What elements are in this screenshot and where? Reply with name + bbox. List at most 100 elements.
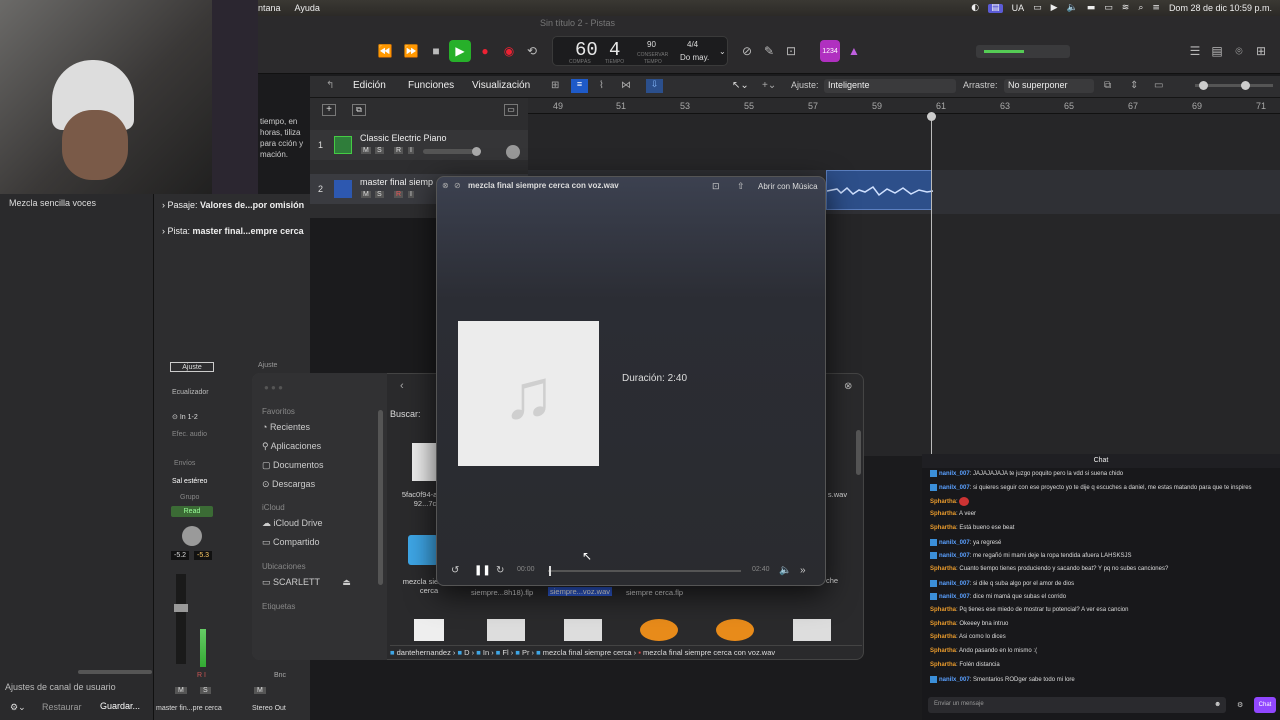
settings-icon[interactable]: ⚙⌄ [10, 702, 26, 713]
file-icon[interactable] [412, 443, 436, 481]
group-label[interactable]: Grupo [180, 494, 199, 501]
fader-track[interactable] [174, 574, 188, 664]
pause-button[interactable]: ❚❚ [474, 565, 491, 576]
chat-username[interactable]: Sphartha [930, 648, 956, 654]
track-volume-slider[interactable] [423, 147, 481, 156]
track-row[interactable]: › Pista: master final...empre cerca [162, 226, 304, 236]
trim-icon[interactable]: ⊡ [712, 181, 720, 192]
file-icon[interactable] [414, 619, 444, 641]
track-options-icon[interactable]: ▭ [504, 104, 518, 116]
back-icon[interactable]: ‹ [400, 380, 404, 392]
lcd-chevron-icon[interactable]: ⌄ [719, 47, 726, 56]
restore-button[interactable]: Restaurar [42, 702, 82, 712]
file-icon[interactable] [564, 619, 602, 641]
playhead-handle[interactable] [927, 112, 936, 121]
rewind-15-icon[interactable]: ↺ [451, 565, 459, 576]
bounce-button[interactable]: Bnc [274, 672, 286, 679]
fl-studio-icon[interactable] [716, 619, 754, 641]
chat-username[interactable]: Sphartha [930, 621, 956, 627]
chat-username[interactable]: nanilx_007 [939, 540, 970, 546]
chat-username[interactable]: Sphartha [930, 525, 956, 531]
setting-button[interactable]: Ajuste [170, 362, 214, 372]
scrollbar[interactable] [78, 670, 152, 674]
input-button[interactable]: ⊙ In 1-2 [172, 413, 198, 421]
file-name[interactable]: siempre...8h18).flp [471, 588, 533, 597]
drag-select[interactable]: No superponer [1004, 79, 1094, 93]
solo-button[interactable]: S [375, 191, 384, 198]
sidebar-item-icloud-drive[interactable]: ☁ iCloud Drive [262, 518, 323, 529]
pointer-tool-icon[interactable]: ↖⌄ [732, 80, 749, 91]
count-in-button[interactable]: 1234 [820, 40, 840, 62]
rewind-button[interactable]: ⏪ [374, 40, 396, 62]
output-button[interactable]: Sal estéreo [172, 478, 207, 485]
path-segment[interactable]: mezcla final siempre cerca [543, 648, 632, 657]
chat-username[interactable]: Sphartha [930, 634, 956, 640]
score-icon[interactable]: ⊡ [780, 40, 802, 62]
sidebar-item-recents[interactable]: ◔ Recientes [262, 422, 310, 432]
chat-username[interactable]: Sphartha [930, 511, 956, 517]
sends-label[interactable]: Envíos [174, 460, 195, 467]
back-icon[interactable]: ↰ [326, 80, 334, 91]
file-icon[interactable] [793, 619, 831, 641]
list-icon[interactable]: ☰ [1184, 40, 1206, 62]
path-segment[interactable]: mezcla final siempre cerca con voz.wav [643, 648, 775, 657]
chat-username[interactable]: nanilx_007 [939, 485, 970, 491]
track-name[interactable]: master final siemp [360, 177, 433, 187]
mute-button[interactable]: M [361, 191, 371, 198]
share-icon[interactable]: ⇧ [737, 181, 745, 192]
eq-button[interactable]: Ecualizador [172, 389, 209, 396]
solo-button[interactable]: S [375, 147, 384, 154]
file-name-selected[interactable]: siempre...voz.wav [548, 587, 613, 596]
loops-icon[interactable]: ⌾ [1228, 40, 1250, 62]
sidebar-item-downloads[interactable]: ⊙ Descargas [262, 479, 315, 490]
path-segment[interactable]: D [464, 648, 469, 657]
display-icon[interactable]: ▭ [1033, 3, 1042, 13]
notes-icon[interactable]: ▤ [1206, 40, 1228, 62]
chat-username[interactable]: nanilx_007 [939, 677, 970, 683]
play-button[interactable]: ▶ [449, 40, 471, 62]
lcd-display[interactable]: 60 4 COMPÁS TIEMPO 90 CONSERVAR TEMPO 4/… [552, 36, 728, 66]
path-segment[interactable]: In [483, 648, 489, 657]
tray-icon[interactable]: ◐ [971, 3, 979, 13]
chat-username[interactable]: Sphartha [930, 662, 956, 668]
list-view-icon[interactable]: ≡ [571, 79, 588, 93]
flex-icon[interactable]: ⋈ [621, 80, 631, 91]
fullscreen-icon[interactable]: ⊘ [454, 181, 461, 190]
folder-icon[interactable] [408, 535, 438, 565]
patch-name[interactable]: Mezcla sencilla voces [9, 198, 96, 208]
input-monitor-button[interactable]: I [408, 191, 414, 198]
edit-menu[interactable]: Edición [353, 80, 386, 91]
wifi-icon[interactable]: ≋ [1122, 3, 1130, 13]
content-scrollbar[interactable] [856, 430, 861, 475]
path-segment[interactable]: dantehernandez [397, 648, 451, 657]
automation-read-button[interactable]: Read [171, 506, 213, 517]
catch-icon[interactable]: ⇩ [646, 79, 663, 93]
pan-knob[interactable] [182, 526, 202, 546]
sidebar-item-scarlett[interactable]: ▭ SCARLETT ⏏ [262, 577, 351, 588]
menu-help[interactable]: Ayuda [295, 3, 320, 13]
master-volume-slider[interactable] [976, 45, 1070, 58]
search-icon[interactable]: ⌕ [1138, 3, 1143, 13]
scrubber[interactable] [548, 566, 741, 576]
control-center-icon[interactable]: ≡ [1152, 3, 1160, 13]
chat-username[interactable]: Sphartha [930, 566, 956, 572]
grid-icon[interactable]: ⊞ [551, 80, 559, 91]
stop-button[interactable]: ■ [425, 40, 447, 62]
waveform-zoom-icon[interactable]: ⧉ [1104, 80, 1111, 91]
sidebar-item-applications[interactable]: ⚲ Aplicaciones [262, 441, 321, 452]
track-row[interactable]: 1 Classic Electric Piano M S R I [310, 130, 528, 160]
record-enable-button[interactable]: R [394, 191, 404, 198]
chat-username[interactable]: nanilx_007 [939, 594, 970, 600]
play-status-icon[interactable]: ▶ [1051, 3, 1058, 13]
file-name[interactable]: siempre cerca.flp [626, 588, 683, 597]
sidebar-item-documents[interactable]: ▢ Documentos [262, 460, 324, 471]
input-language[interactable]: UA [1012, 3, 1025, 13]
input-monitor-button[interactable]: I [408, 147, 414, 154]
settings-icon[interactable]: ⚙ [1237, 701, 1243, 709]
chat-send-button[interactable]: Chat [1254, 697, 1276, 713]
save-button[interactable]: Guardar... [100, 701, 140, 711]
capture-record-button[interactable]: ◉ [498, 40, 520, 62]
metronome-icon[interactable]: ▲ [843, 40, 865, 62]
cycle-button[interactable]: ⟲ [521, 40, 543, 62]
view-menu[interactable]: Visualización [472, 80, 530, 91]
